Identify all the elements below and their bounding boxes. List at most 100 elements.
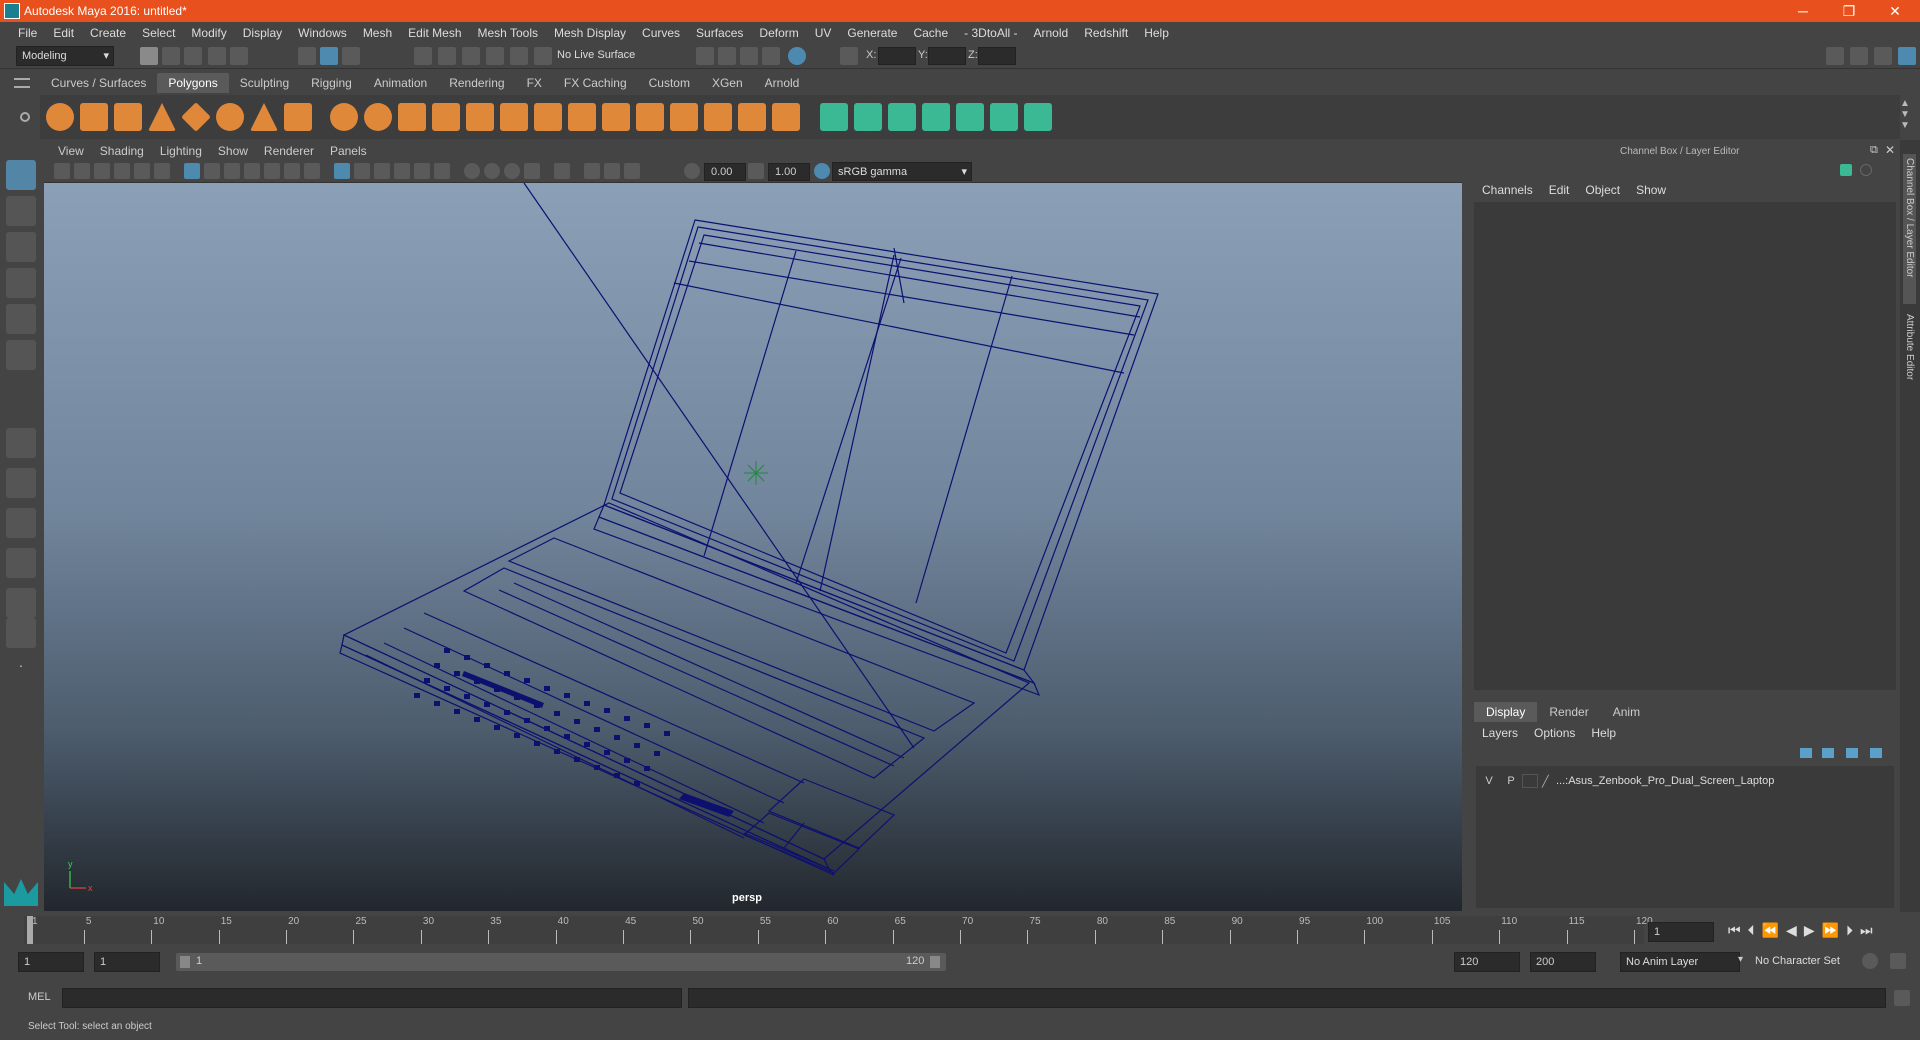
save-scene-icon[interactable] [184, 47, 202, 65]
minimize-button[interactable]: ─ [1780, 0, 1826, 22]
outliner-layout-icon[interactable] [6, 548, 36, 578]
grid-icon[interactable] [184, 163, 200, 179]
resolution-gate-icon[interactable] [224, 163, 240, 179]
shadows-icon[interactable] [434, 163, 450, 179]
menu-generate[interactable]: Generate [839, 26, 905, 40]
select-component-icon[interactable] [342, 47, 360, 65]
close-panel-icon[interactable]: ✕ [1885, 143, 1895, 157]
exposure-field[interactable]: 0.00 [704, 163, 746, 181]
ambient-occlusion-icon[interactable] [464, 163, 480, 179]
uv-spherical-icon[interactable] [888, 103, 916, 131]
side-tab-channel-box[interactable]: Channel Box / Layer Editor [1903, 154, 1916, 304]
float-panel-icon[interactable]: ⧉ [1870, 144, 1878, 157]
menu-select[interactable]: Select [134, 26, 183, 40]
graph-layout-icon[interactable] [6, 588, 36, 618]
select-object-icon[interactable] [320, 47, 338, 65]
poly-torus-icon[interactable] [216, 103, 244, 131]
layer-tab-anim[interactable]: Anim [1601, 702, 1652, 722]
exposure-icon[interactable] [684, 163, 700, 179]
open-scene-icon[interactable] [162, 47, 180, 65]
shelf-tab-rigging[interactable]: Rigging [300, 73, 363, 93]
layer-name[interactable]: ...:Asus_Zenbook_Pro_Dual_Screen_Laptop [1556, 775, 1774, 787]
shelf-tab-polygons[interactable]: Polygons [157, 73, 229, 93]
mode-dropdown[interactable]: Modeling ▾ [16, 46, 114, 66]
menu-edit[interactable]: Edit [45, 26, 82, 40]
channel-box-icon[interactable] [1898, 47, 1916, 65]
snap-curve-icon[interactable] [438, 47, 456, 65]
use-all-lights-icon[interactable] [414, 163, 430, 179]
playback-start-field[interactable]: 1 [94, 952, 160, 972]
menu-mesh[interactable]: Mesh [355, 26, 400, 40]
shelf-tab-fx-caching[interactable]: FX Caching [553, 73, 638, 93]
poly-pyramid-icon[interactable] [250, 103, 278, 131]
xray-icon[interactable] [584, 163, 600, 179]
smooth-shade-icon[interactable] [354, 163, 370, 179]
extract-icon[interactable] [500, 103, 528, 131]
sculpt-icon[interactable] [534, 103, 562, 131]
channel-box-menu-show[interactable]: Show [1628, 183, 1674, 197]
bookmark-icon[interactable] [94, 163, 110, 179]
shelf-tab-xgen[interactable]: XGen [701, 73, 754, 93]
safe-title-icon[interactable] [304, 163, 320, 179]
current-time-marker[interactable] [27, 916, 33, 944]
shelf-tab-sculpting[interactable]: Sculpting [229, 73, 300, 93]
menu-edit-mesh[interactable]: Edit Mesh [400, 26, 469, 40]
gamma-field[interactable]: 1.00 [768, 163, 810, 181]
viewport-menu-view[interactable]: View [50, 144, 92, 158]
menu-deform[interactable]: Deform [751, 26, 806, 40]
combine-icon[interactable] [330, 103, 358, 131]
play-forwards-icon[interactable]: ▶ [1804, 922, 1815, 939]
menu-redshift[interactable]: Redshift [1076, 26, 1136, 40]
poly-sphere-icon[interactable] [46, 103, 74, 131]
poly-cube-icon[interactable] [80, 103, 108, 131]
separate-icon[interactable] [364, 103, 392, 131]
hypershade-layout-icon[interactable] [6, 618, 36, 648]
animation-end-field[interactable]: 200 [1530, 952, 1596, 972]
poly-cone-icon[interactable] [148, 103, 176, 131]
z-field[interactable] [978, 47, 1016, 65]
animation-start-field[interactable]: 1 [18, 952, 84, 972]
shelf-settings-icon[interactable] [20, 112, 30, 122]
bridge-icon[interactable] [568, 103, 596, 131]
view-transform-dropdown[interactable]: sRGB gamma ▾ [832, 162, 972, 181]
command-language-label[interactable]: MEL [28, 991, 51, 1003]
safe-action-icon[interactable] [284, 163, 300, 179]
range-slider[interactable]: 1 120 [176, 953, 946, 971]
select-hierarchy-icon[interactable] [298, 47, 316, 65]
maximize-button[interactable]: ❐ [1826, 0, 1872, 22]
go-to-start-icon[interactable]: ⏮ [1728, 922, 1741, 939]
menu-arnold[interactable]: Arnold [1026, 26, 1077, 40]
new-scene-icon[interactable] [140, 47, 158, 65]
menu-surfaces[interactable]: Surfaces [688, 26, 751, 40]
xray-joints-icon[interactable] [604, 163, 620, 179]
menu-file[interactable]: File [10, 26, 45, 40]
four-view-layout-icon[interactable] [6, 468, 36, 498]
channel-box-menu-channels[interactable]: Channels [1474, 183, 1541, 197]
multi-cut-icon[interactable] [636, 103, 664, 131]
rotate-tool-icon[interactable] [6, 304, 36, 334]
layer-menu-options[interactable]: Options [1526, 726, 1583, 740]
menu-uv[interactable]: UV [807, 26, 840, 40]
depth-of-field-icon[interactable] [524, 163, 540, 179]
snap-view-icon[interactable] [486, 47, 504, 65]
move-layer-up-icon[interactable] [1800, 748, 1812, 758]
side-tab-attribute-editor[interactable]: Attribute Editor [1903, 310, 1916, 410]
layer-row[interactable]: V P ╱ ...:Asus_Zenbook_Pro_Dual_Screen_L… [1478, 772, 1892, 790]
animation-preferences-icon[interactable] [1890, 953, 1906, 969]
poly-cylinder-icon[interactable] [114, 103, 142, 131]
uv-planar-icon[interactable] [820, 103, 848, 131]
current-frame-field[interactable]: 1 [1648, 922, 1714, 942]
viewport-menu-shading[interactable]: Shading [92, 144, 152, 158]
snap-point-icon[interactable] [462, 47, 480, 65]
undo-icon[interactable] [208, 47, 226, 65]
layer-menu-help[interactable]: Help [1583, 726, 1624, 740]
layer-visibility-toggle[interactable]: V [1478, 775, 1500, 787]
viewport-menu-lighting[interactable]: Lighting [152, 144, 210, 158]
snap-grid-icon[interactable] [414, 47, 432, 65]
new-empty-layer-icon[interactable] [1846, 748, 1858, 758]
uv-automatic-icon[interactable] [922, 103, 950, 131]
uv-layout-icon[interactable] [1024, 103, 1052, 131]
smooth-icon[interactable] [432, 103, 460, 131]
menu-display[interactable]: Display [235, 26, 290, 40]
viewport-menu-show[interactable]: Show [210, 144, 256, 158]
